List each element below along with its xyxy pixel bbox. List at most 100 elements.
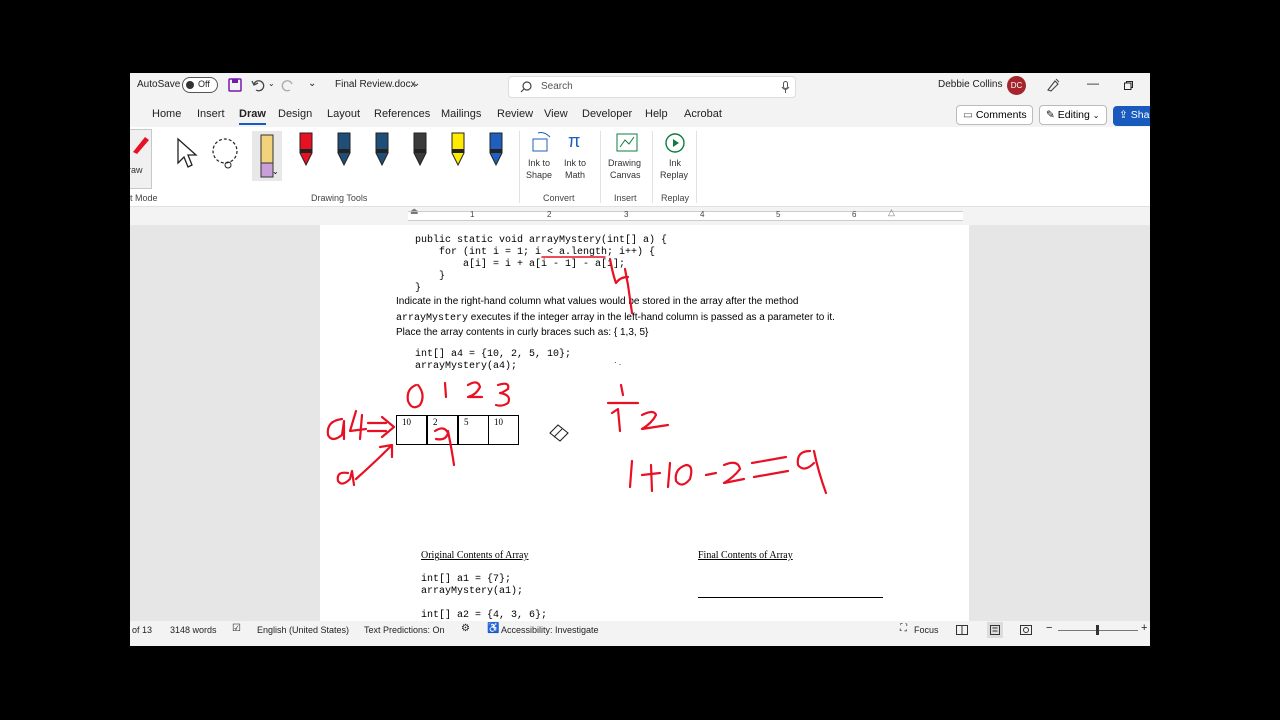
document-canvas: public static void arrayMystery(int[] a)… bbox=[130, 225, 1150, 621]
undo-icon[interactable] bbox=[251, 78, 265, 92]
tab-layout[interactable]: Layout bbox=[327, 108, 360, 120]
ink-to-math-button[interactable]: π Ink to Math bbox=[562, 131, 592, 191]
tab-mailings[interactable]: Mailings bbox=[441, 108, 481, 120]
draw-mode-label: t Mode bbox=[130, 193, 158, 203]
user-name[interactable]: Debbie Collins bbox=[938, 79, 1002, 90]
ink-to-shape-icon bbox=[532, 132, 551, 152]
drawing-tools-label: Drawing Tools bbox=[311, 193, 368, 203]
horizontal-ruler[interactable]: ⏏ 1 2 3 4 5 6 △ bbox=[130, 206, 1150, 225]
microphone-icon[interactable] bbox=[781, 81, 790, 94]
file-name[interactable]: Final Review.docx bbox=[335, 79, 416, 90]
tab-home[interactable]: Home bbox=[152, 108, 181, 120]
pi-icon: π bbox=[568, 131, 581, 151]
customize-toolbar-icon[interactable]: ⌄ bbox=[308, 78, 316, 89]
share-icon: ⇪ bbox=[1119, 109, 1128, 121]
focus-button[interactable]: Focus bbox=[914, 625, 939, 635]
ruler-number: 3 bbox=[624, 210, 629, 219]
print-layout-icon bbox=[990, 625, 1000, 635]
undo-dropdown-icon[interactable]: ⌄ bbox=[268, 79, 275, 88]
ink-replay-line2: Replay bbox=[660, 170, 689, 180]
draw-button-label: raw bbox=[130, 165, 143, 175]
editing-mode-button[interactable]: ✎ Editing ⌄ bbox=[1039, 105, 1107, 125]
page-count[interactable]: of 13 bbox=[132, 625, 152, 635]
document-page[interactable]: public static void arrayMystery(int[] a)… bbox=[320, 225, 969, 621]
drawing-canvas-line1: Drawing bbox=[608, 158, 642, 168]
ruler-number: 1 bbox=[470, 210, 475, 219]
tab-help[interactable]: Help bbox=[645, 108, 668, 120]
redo-icon[interactable] bbox=[281, 78, 295, 92]
pen-5-icon[interactable] bbox=[451, 132, 465, 167]
avatar[interactable]: DC bbox=[1007, 76, 1026, 95]
ink-to-math-line2: Math bbox=[565, 170, 586, 180]
ink-to-math-line1: Ink to bbox=[564, 158, 587, 168]
tab-review[interactable]: Review bbox=[497, 108, 533, 120]
ribbon-separator bbox=[652, 131, 653, 203]
draw-button[interactable]: raw bbox=[130, 129, 152, 189]
save-icon[interactable] bbox=[228, 78, 242, 92]
drawing-canvas-button[interactable]: Drawing Canvas bbox=[606, 131, 646, 191]
draw-pen-icon bbox=[133, 137, 149, 154]
pen-4-icon[interactable] bbox=[413, 132, 427, 167]
minimize-icon[interactable]: — bbox=[1087, 76, 1099, 90]
ruler-number: 5 bbox=[776, 210, 781, 219]
tab-draw[interactable]: Draw bbox=[239, 108, 266, 125]
ink-replay-icon bbox=[665, 133, 685, 153]
web-layout-icon[interactable] bbox=[1020, 625, 1032, 635]
predictions-settings-icon[interactable]: ⚙ bbox=[461, 623, 470, 634]
word-count[interactable]: 3148 words bbox=[170, 625, 217, 635]
pen-gallery bbox=[299, 132, 503, 167]
ruler-number: 6 bbox=[852, 210, 857, 219]
select-arrow-icon[interactable] bbox=[174, 137, 198, 169]
ribbon-separator bbox=[696, 131, 697, 203]
zoom-in-icon[interactable]: + bbox=[1141, 622, 1147, 634]
comments-button[interactable]: ▭ Comments bbox=[956, 105, 1033, 125]
accessibility-label[interactable]: Accessibility: Investigate bbox=[501, 625, 599, 635]
pen-1-icon[interactable] bbox=[299, 132, 313, 167]
indent-marker-icon[interactable]: ⏏ bbox=[410, 206, 419, 217]
text-predictions-label[interactable]: Text Predictions: On bbox=[364, 625, 445, 635]
focus-icon: ⛶ bbox=[900, 623, 907, 634]
ruler-track bbox=[408, 211, 963, 221]
ribbon-separator bbox=[600, 131, 601, 203]
drawing-canvas-icon bbox=[616, 133, 638, 152]
read-mode-icon[interactable] bbox=[956, 625, 968, 635]
menu-tabs: Home Insert Draw Design Layout Reference… bbox=[130, 101, 1150, 127]
convert-group-label: Convert bbox=[543, 193, 575, 203]
eraser-cursor-icon bbox=[549, 424, 569, 442]
zoom-out-icon[interactable]: − bbox=[1046, 622, 1052, 634]
language-label[interactable]: English (United States) bbox=[257, 625, 349, 635]
share-button[interactable]: ⇪ Sha bbox=[1113, 106, 1150, 126]
proofing-icon[interactable]: ☑ bbox=[232, 623, 241, 634]
accessibility-icon: ♿ bbox=[487, 623, 500, 634]
restore-icon[interactable] bbox=[1124, 81, 1133, 90]
editing-label: Editing bbox=[1057, 109, 1090, 121]
ink-annotations: · . bbox=[326, 256, 828, 495]
ink-to-shape-button[interactable]: Ink to Shape bbox=[526, 131, 558, 191]
title-bar: AutoSave Off ⌄ ⌄ Final Review.docx ⌄ Sea… bbox=[130, 73, 1150, 101]
autosave-toggle[interactable]: Off bbox=[182, 77, 218, 93]
pen-3-icon[interactable] bbox=[375, 132, 389, 167]
share-label: Sha bbox=[1130, 109, 1150, 121]
lasso-select-icon[interactable] bbox=[210, 137, 244, 173]
eraser-button[interactable]: ⌄ bbox=[252, 131, 282, 181]
comment-icon: ▭ bbox=[963, 109, 973, 121]
pen-2-icon[interactable] bbox=[337, 132, 351, 167]
draw-ribbon: raw t Mode ⌄ Drawing Tools Ink to S bbox=[130, 127, 1150, 207]
word-window: AutoSave Off ⌄ ⌄ Final Review.docx ⌄ Sea… bbox=[130, 73, 1150, 646]
tab-insert[interactable]: Insert bbox=[197, 108, 225, 120]
tab-references[interactable]: References bbox=[374, 108, 430, 120]
ink-replay-button[interactable]: Ink Replay bbox=[658, 131, 692, 191]
print-layout-button[interactable] bbox=[987, 622, 1003, 638]
file-dropdown-icon[interactable]: ⌄ bbox=[412, 78, 420, 89]
right-indent-marker-icon[interactable]: △ bbox=[888, 207, 895, 218]
zoom-slider-thumb[interactable] bbox=[1096, 625, 1099, 635]
replay-group-label: Replay bbox=[661, 193, 690, 203]
tab-design[interactable]: Design bbox=[278, 108, 312, 120]
tab-view[interactable]: View bbox=[544, 108, 568, 120]
pen-6-icon[interactable] bbox=[489, 132, 503, 167]
search-placeholder: Search bbox=[541, 81, 573, 92]
tab-developer[interactable]: Developer bbox=[582, 108, 632, 120]
tab-acrobat[interactable]: Acrobat bbox=[684, 108, 722, 120]
search-input[interactable]: Search bbox=[508, 76, 796, 98]
designer-pen-icon[interactable] bbox=[1046, 78, 1060, 92]
